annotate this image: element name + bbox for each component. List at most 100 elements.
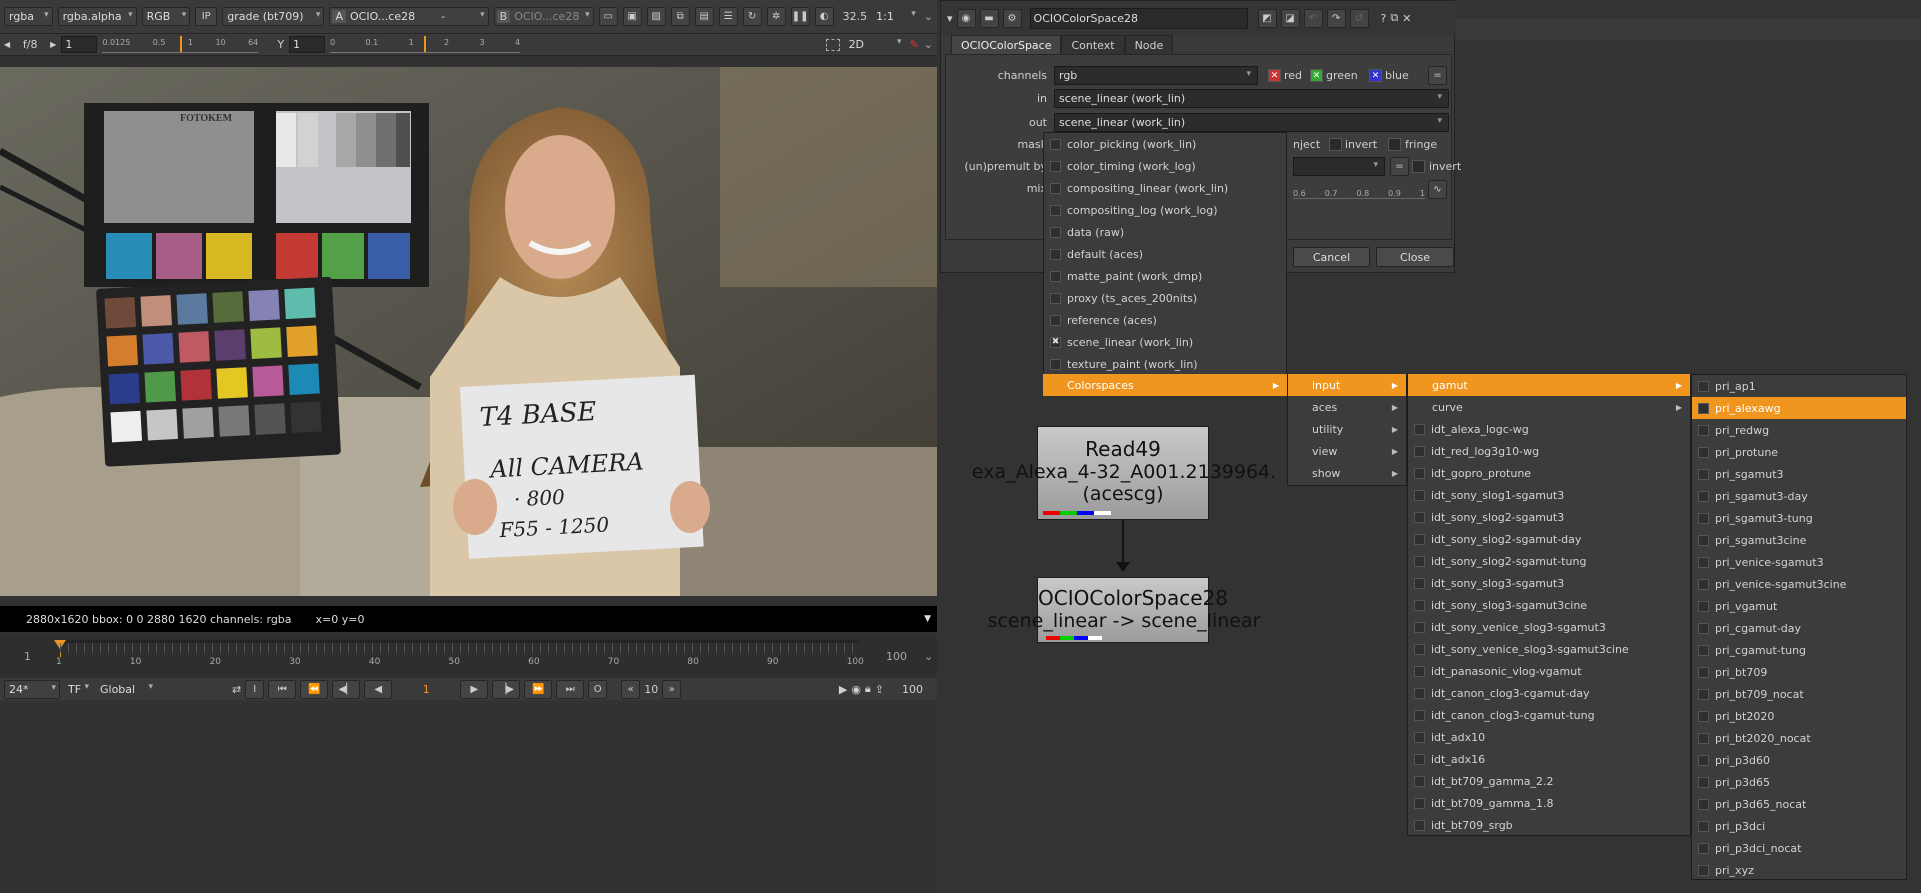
menu-item-idt[interactable]: idt_sony_slog1-sgamut3 [1408, 484, 1690, 506]
menu-item[interactable]: reference (aces) [1044, 309, 1286, 331]
out-point-button[interactable]: O [588, 679, 608, 699]
menu-item-idt[interactable]: idt_sony_slog3-sgamut3cine [1408, 594, 1690, 616]
refresh-icon[interactable]: ↻ [742, 7, 762, 26]
prev-frame-icon[interactable]: ◀▏ [332, 679, 361, 699]
step-value[interactable]: 10 [644, 683, 658, 696]
roi-select-icon[interactable] [825, 38, 840, 51]
node-settings-icon[interactable]: ⚙ [1002, 8, 1022, 28]
timeline[interactable]: 1 1 10 20 30 40 50 60 70 80 90 100 100 ⌄ [0, 636, 937, 678]
step-forward-icon[interactable]: » [662, 679, 682, 699]
revert-icon[interactable]: ↺ [1349, 8, 1369, 28]
play-backward-icon[interactable]: ◀ [364, 679, 393, 699]
close-button[interactable]: Close [1376, 247, 1454, 267]
menu-item-idt[interactable]: idt_bt709_srgb [1408, 814, 1690, 836]
menu-family-view[interactable]: view ▶ [1288, 440, 1406, 462]
menu-family-utility[interactable]: utility ▶ [1288, 418, 1406, 440]
menu-input-gamut[interactable]: gamut ▶ [1408, 374, 1690, 396]
viewer-image[interactable]: FOTOKEM T4 BASE All CAMERA · 800 F55 - 1… [0, 67, 937, 596]
paint-icon[interactable]: ✎ [910, 38, 919, 51]
fps-dropdown[interactable]: 24* [4, 679, 60, 699]
menu-item-selected[interactable]: ✖ scene_linear (work_lin) [1044, 331, 1286, 353]
gamma-field[interactable]: 1 [289, 36, 326, 53]
menu-item-idt[interactable]: idt_sony_slog2-sgamut-tung [1408, 550, 1690, 572]
next-frame-icon[interactable]: ▕▶ [492, 679, 521, 699]
menu-item[interactable]: proxy (ts_aces_200nits) [1044, 287, 1286, 309]
menu-item-gamut[interactable]: pri_protune [1692, 441, 1906, 463]
wipe-icon[interactable]: ▭ [598, 7, 618, 26]
menu-item-idt[interactable]: idt_panasonic_vlog-vgamut [1408, 660, 1690, 682]
menu-item-idt[interactable]: idt_sony_slog3-sgamut3 [1408, 572, 1690, 594]
gamma-slider[interactable]: 0 0.1 1 2 3 4 [330, 36, 521, 53]
menu-item-idt[interactable]: idt_bt709_gamma_1.8 [1408, 792, 1690, 814]
premult-menu-button[interactable]: = [1390, 157, 1409, 176]
roi-icon[interactable]: ⧉ [670, 7, 690, 26]
channels-dropdown[interactable]: rgba [4, 7, 53, 26]
menu-item-idt[interactable]: idt_sony_slog2-sgamut-day [1408, 528, 1690, 550]
tab-context[interactable]: Context [1061, 35, 1125, 54]
menu-item[interactable]: texture_paint (work_lin) [1044, 353, 1286, 375]
gain-slider[interactable]: 0.0125 0.5 1 10 64 [102, 36, 259, 53]
menu-item-gamut[interactable]: pri_sgamut3-tung [1692, 507, 1906, 529]
grade-dropdown[interactable]: grade (bt709) [222, 7, 325, 26]
ratio-dropdown[interactable]: 1:1 [872, 7, 919, 26]
float-icon[interactable]: ⧉ [1390, 11, 1398, 25]
colorspace-dropdown[interactable]: RGB [141, 7, 191, 26]
global-dropdown[interactable]: Global [96, 680, 156, 699]
menu-item[interactable]: data (raw) [1044, 221, 1286, 243]
red-checkbox[interactable]: ✕ [1268, 69, 1281, 82]
menu-item[interactable]: compositing_log (work_log) [1044, 199, 1286, 221]
premult-invert-checkbox[interactable] [1412, 160, 1425, 173]
menu-colorspaces[interactable]: Colorspaces ▶ [1043, 374, 1287, 396]
expand-icon[interactable]: ⌄ [924, 10, 933, 23]
menu-item[interactable]: default (aces) [1044, 243, 1286, 265]
menu-item-gamut[interactable]: pri_p3dci_nocat [1692, 837, 1906, 859]
end-frame[interactable]: 100 [902, 683, 923, 696]
in-colorspace-select[interactable]: scene_linear (work_lin) ▾ [1054, 89, 1449, 108]
gain-field[interactable]: 1 [61, 36, 98, 53]
zebra-icon[interactable]: ▨ [646, 7, 666, 26]
premult-select[interactable]: ▾ [1293, 157, 1385, 176]
in-point-button[interactable]: I [245, 679, 265, 699]
play-forward-icon[interactable]: ▶ [460, 679, 489, 699]
tab-node[interactable]: Node [1124, 35, 1174, 54]
menu-item-idt[interactable]: idt_canon_clog3-cgamut-tung [1408, 704, 1690, 726]
input-a-dropdown[interactable]: A OCIO...ce28 - [329, 7, 489, 26]
view-mode-dropdown[interactable]: 2D [845, 35, 905, 54]
menu-item-idt[interactable]: idt_adx10 [1408, 726, 1690, 748]
step-back-icon[interactable]: « [621, 679, 641, 699]
green-checkbox[interactable]: ✕ [1310, 69, 1323, 82]
menu-item-gamut[interactable]: pri_venice-sgamut3cine [1692, 573, 1906, 595]
info-dropdown-icon[interactable]: ▼ [924, 614, 931, 624]
alpha-dropdown[interactable]: rgba.alpha [57, 7, 137, 26]
menu-item-gamut[interactable]: pri_p3d65 [1692, 771, 1906, 793]
menu-item-gamut[interactable]: pri_bt709 [1692, 661, 1906, 683]
menu-family-input[interactable]: input ▶ [1288, 374, 1406, 396]
menu-item[interactable]: compositing_linear (work_lin) [1044, 177, 1286, 199]
first-frame-icon[interactable]: ⏮ [268, 679, 297, 699]
redo-icon[interactable]: ↷ [1326, 8, 1346, 28]
menu-item-gamut[interactable]: pri_vgamut [1692, 595, 1906, 617]
menu-item-idt[interactable]: idt_red_log3g10-wg [1408, 440, 1690, 462]
menu-item-idt[interactable]: idt_sony_venice_slog3-sgamut3 [1408, 616, 1690, 638]
monitor-icon[interactable]: ▤ [694, 7, 714, 26]
menu-item-idt[interactable]: idt_sony_slog2-sgamut3 [1408, 506, 1690, 528]
timeline-expand-icon[interactable]: ⌄ [924, 650, 933, 663]
menu-item[interactable]: matte_paint (work_dmp) [1044, 265, 1286, 287]
menu-item-gamut[interactable]: pri_p3d60 [1692, 749, 1906, 771]
pause-icon[interactable]: ❚❚ [790, 7, 810, 26]
menu-item-idt[interactable]: idt_canon_clog3-cgamut-day [1408, 682, 1690, 704]
current-frame[interactable]: 1 [396, 683, 456, 696]
menu-item-gamut[interactable]: pri_redwg [1692, 419, 1906, 441]
menu-item-gamut[interactable]: pri_p3dci [1692, 815, 1906, 837]
export-icon[interactable]: ⇪ [875, 683, 884, 696]
menu-item-gamut[interactable]: pri_cgamut-day [1692, 617, 1906, 639]
fstop-value[interactable]: f/8 [15, 38, 45, 51]
last-frame-icon[interactable]: ⏭ [556, 679, 585, 699]
menu-item-gamut[interactable]: pri_sgamut3-day [1692, 485, 1906, 507]
menu-item-gamut[interactable]: pri_xyz [1692, 859, 1906, 881]
menu-item-idt[interactable]: idt_adx16 [1408, 748, 1690, 770]
channels-select[interactable]: rgb ▾ [1054, 66, 1258, 85]
help-icon[interactable]: ? [1381, 12, 1387, 25]
zoom-value[interactable]: 32.5 [843, 10, 868, 23]
flipbook-icon[interactable]: ▶ [839, 683, 847, 696]
